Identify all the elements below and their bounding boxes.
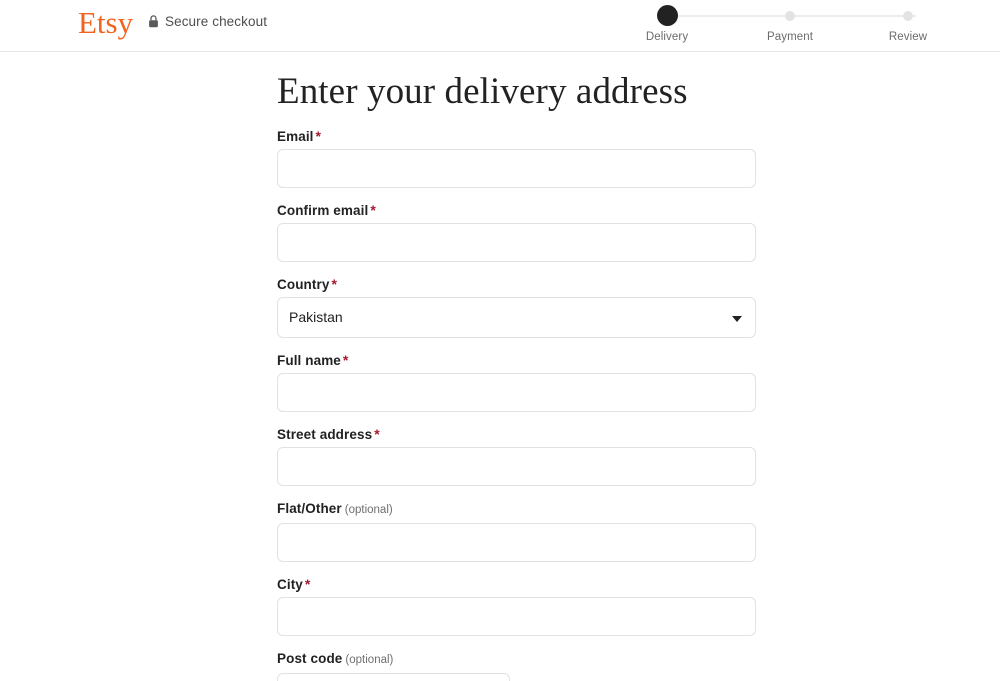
confirm-email-input[interactable] — [277, 223, 756, 262]
label-country: Country * — [277, 276, 756, 293]
label-post-code: Post code (optional) — [277, 650, 756, 669]
label-street-address: Street address * — [277, 426, 756, 443]
stepper-step-delivery[interactable]: Delivery — [627, 0, 707, 44]
lock-icon — [149, 15, 158, 28]
required-marker: * — [370, 202, 376, 218]
field-post-code: Post code (optional) — [277, 650, 756, 681]
stepper-dot-wrap-payment — [750, 0, 830, 31]
label-flat-other-text: Flat/Other — [277, 501, 342, 516]
stepper-label-review: Review — [888, 31, 928, 43]
stepper-dot-delivery — [656, 5, 678, 26]
label-confirm-email: Confirm email * — [277, 202, 756, 219]
label-post-code-text: Post code — [277, 651, 343, 666]
country-select[interactable]: Pakistan — [277, 297, 756, 338]
label-email: Email * — [277, 128, 756, 145]
site-header: Etsy Secure checkout Delivery Payment Re… — [0, 0, 1000, 52]
stepper-step-review[interactable]: Review — [868, 0, 948, 44]
label-city: City * — [277, 576, 756, 593]
etsy-logo-link[interactable]: Etsy — [78, 7, 133, 38]
page-title: Enter your delivery address — [277, 71, 688, 112]
required-marker: * — [342, 352, 349, 368]
post-code-input[interactable] — [277, 673, 510, 681]
checkout-page: Etsy Secure checkout Delivery Payment Re… — [0, 0, 1000, 681]
street-address-input[interactable] — [277, 447, 756, 486]
field-street-address: Street address * — [277, 426, 756, 486]
secure-checkout-label: Secure checkout — [165, 14, 268, 29]
optional-marker: (optional) — [344, 504, 393, 516]
field-country: Country * Pakistan — [277, 276, 756, 338]
required-marker: * — [304, 576, 311, 592]
label-street-address-text: Street address — [277, 427, 373, 442]
label-country-text: Country — [277, 277, 330, 292]
required-marker: * — [374, 426, 380, 442]
label-flat-other: Flat/Other (optional) — [277, 500, 756, 519]
stepper-step-payment[interactable]: Payment — [750, 0, 830, 44]
field-confirm-email: Confirm email * — [277, 202, 756, 262]
city-input[interactable] — [277, 597, 756, 636]
stepper-label-delivery: Delivery — [645, 31, 689, 43]
country-select-wrap: Pakistan — [277, 297, 756, 338]
full-name-input[interactable] — [277, 373, 756, 412]
label-city-text: City — [277, 577, 303, 592]
stepper-dot-payment — [785, 10, 795, 21]
flat-other-input[interactable] — [277, 523, 756, 562]
field-full-name: Full name * — [277, 352, 756, 412]
required-marker: * — [315, 128, 322, 144]
field-email: Email * — [277, 128, 756, 188]
label-full-name: Full name * — [277, 352, 756, 369]
stepper-dot-wrap-review — [868, 0, 948, 31]
stepper-dot-review — [903, 10, 913, 21]
secure-checkout-indicator: Secure checkout — [148, 14, 267, 29]
label-confirm-email-text: Confirm email — [277, 203, 369, 218]
stepper-label-payment: Payment — [766, 31, 814, 43]
email-input[interactable] — [277, 149, 756, 188]
checkout-progress-stepper: Delivery Payment Review — [645, 0, 935, 52]
label-full-name-text: Full name — [277, 353, 341, 368]
field-city: City * — [277, 576, 756, 636]
optional-marker: (optional) — [345, 654, 394, 666]
delivery-address-form: Enter your delivery address Email * Confi… — [277, 52, 756, 681]
required-marker: * — [331, 276, 338, 292]
stepper-dot-wrap-delivery — [627, 0, 707, 31]
label-email-text: Email — [277, 129, 314, 144]
etsy-logo: Etsy — [78, 5, 134, 40]
field-flat-other: Flat/Other (optional) — [277, 500, 756, 562]
